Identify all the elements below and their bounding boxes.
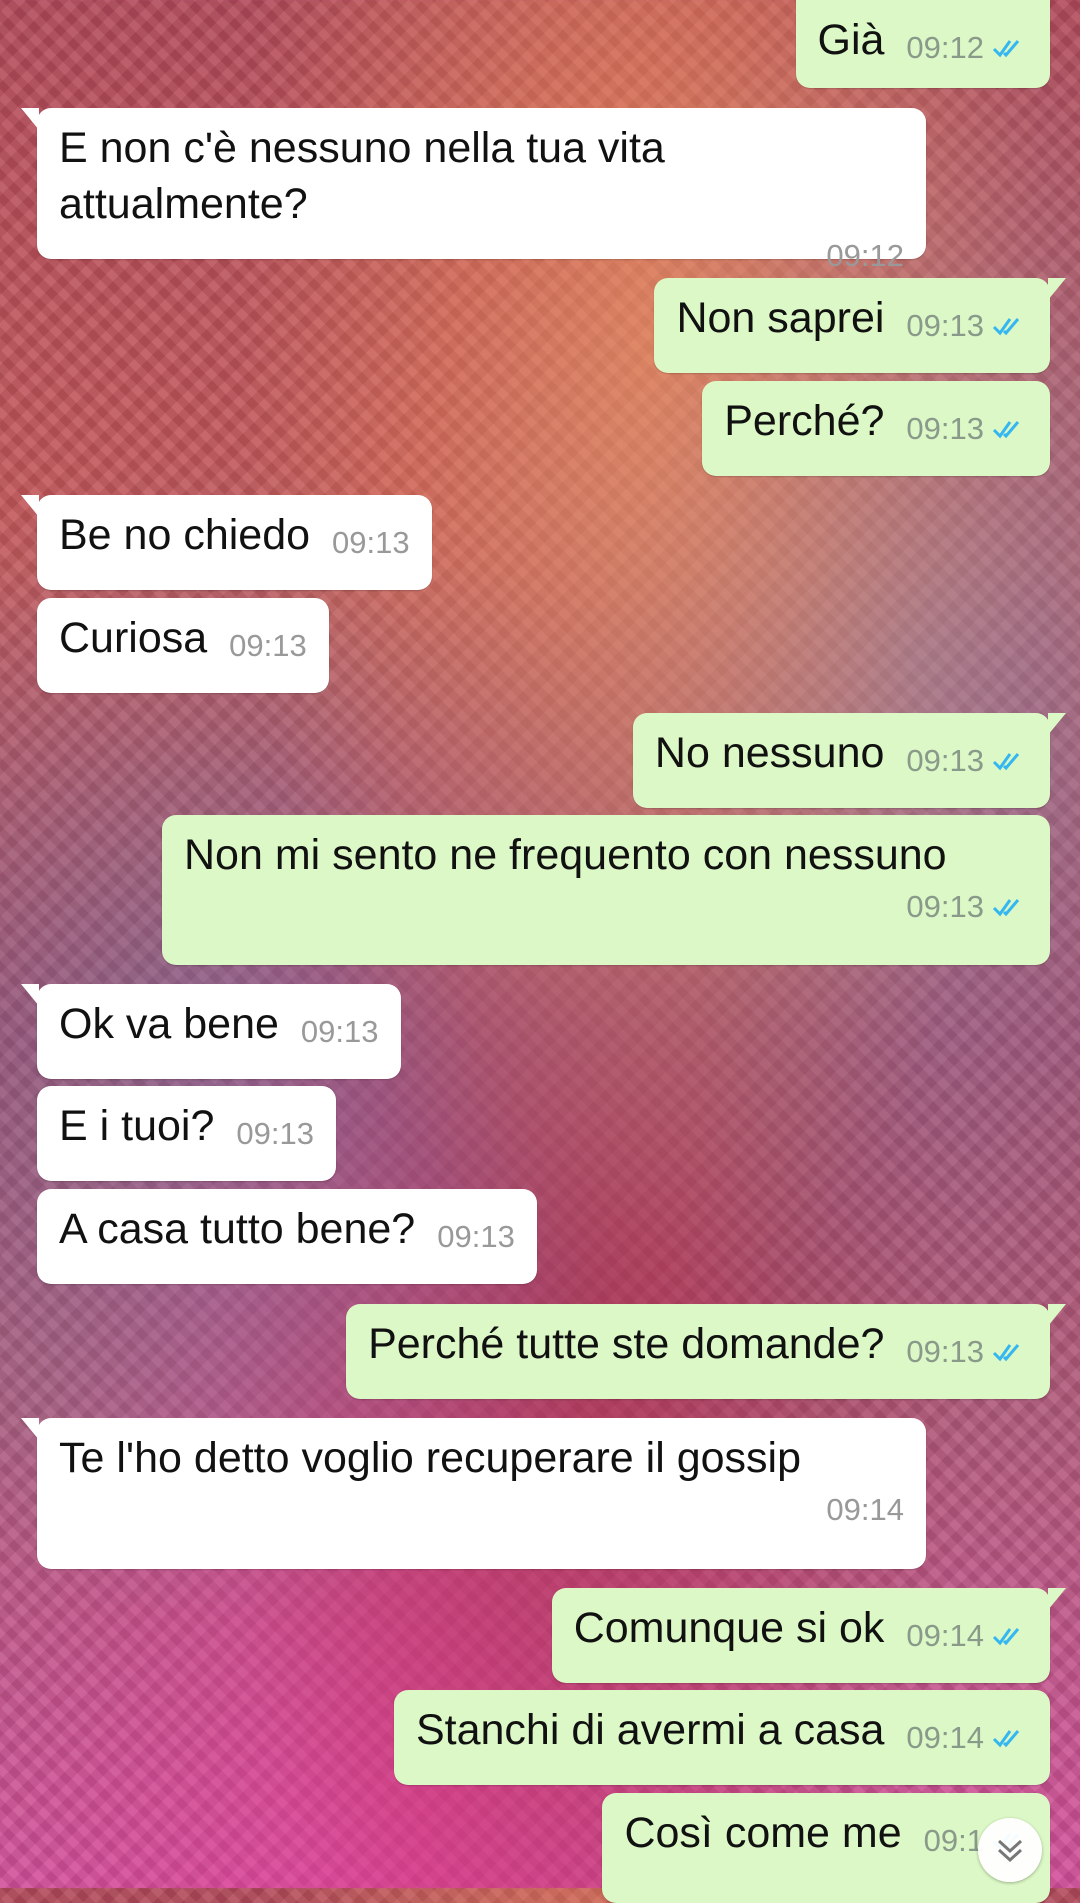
message-text: Comunque si ok <box>573 1604 885 1652</box>
message-outgoing[interactable]: Stanchi di avermi a casa 09:14 <box>393 1690 1050 1785</box>
message-incoming[interactable]: Be no chiedo 09:13 <box>21 495 432 590</box>
message-meta: 09:12 <box>906 28 1028 68</box>
message-time: 09:13 <box>906 743 984 778</box>
message-incoming[interactable]: Ok va bene 09:13 <box>21 984 401 1079</box>
message-time: 09:12 <box>906 30 984 65</box>
message-text: Te l'ho detto voglio recuperare il gossi… <box>59 1434 802 1482</box>
message-outgoing[interactable]: Non mi sento ne frequento con nessuno 09… <box>162 815 1050 965</box>
double-check-icon <box>992 1344 1020 1362</box>
message-meta: 09:13 <box>229 626 307 666</box>
message-text: Ok va bene <box>59 1000 279 1048</box>
message-time: 09:14 <box>906 1720 984 1755</box>
message-meta: 09:14 <box>906 1616 1028 1656</box>
message-outgoing[interactable]: Comunque si ok 09:14 <box>551 1588 1067 1683</box>
message-meta: 09:13 <box>236 1114 314 1154</box>
message-meta: 09:14 <box>81 1490 904 1530</box>
message-time: 09:13 <box>300 1014 379 1049</box>
message-time: 09:13 <box>437 1219 515 1254</box>
double-check-icon <box>992 40 1020 58</box>
message-text: Non mi sento ne frequento con nessuno <box>184 831 947 879</box>
message-incoming[interactable]: A casa tutto bene? 09:13 <box>37 1189 537 1284</box>
message-text: Curiosa <box>59 614 208 662</box>
message-text: Già <box>817 16 885 64</box>
message-time: 09:14 <box>826 1492 904 1527</box>
double-check-icon <box>992 899 1020 917</box>
double-check-icon <box>992 318 1020 336</box>
chevron-double-down-icon <box>997 1839 1023 1863</box>
message-text: E i tuoi? <box>59 1102 215 1150</box>
message-text: Be no chiedo <box>59 511 311 559</box>
message-text: Perché? <box>724 397 885 445</box>
message-outgoing[interactable]: Non saprei 09:13 <box>654 278 1066 373</box>
message-incoming[interactable]: Te l'ho detto voglio recuperare il gossi… <box>21 1418 926 1569</box>
message-time: 09:13 <box>906 1334 984 1369</box>
message-meta: 09:13 <box>906 306 1028 346</box>
message-text: Stanchi di avermi a casa <box>415 1706 885 1754</box>
message-time: 09:13 <box>906 889 984 924</box>
message-outgoing[interactable]: No nessuno 09:13 <box>632 713 1067 808</box>
message-time: 09:1 <box>923 1823 984 1858</box>
message-text: Così come me <box>624 1809 902 1857</box>
message-meta: 09:13 <box>332 523 410 563</box>
message-time: 09:13 <box>236 1116 314 1151</box>
message-meta: 09:13 <box>906 741 1028 781</box>
message-time: 09:12 <box>826 238 904 273</box>
message-meta: 09:12 <box>81 236 904 276</box>
message-time: 09:14 <box>906 1618 984 1653</box>
scroll-to-bottom-button[interactable] <box>978 1818 1042 1882</box>
message-time: 09:13 <box>332 525 410 560</box>
message-outgoing[interactable]: Perché? 09:13 <box>702 381 1050 476</box>
double-check-icon <box>992 1730 1020 1748</box>
message-time: 09:13 <box>906 411 984 446</box>
message-meta: 09:13 <box>301 1012 379 1052</box>
double-check-icon <box>992 1628 1020 1646</box>
double-check-icon <box>992 753 1020 771</box>
message-text: Perché tutte ste domande? <box>368 1320 885 1368</box>
message-meta: 09:13 <box>437 1217 515 1257</box>
message-meta: 09:13 <box>906 409 1028 449</box>
message-text: A casa tutto bene? <box>59 1205 416 1253</box>
message-text: No nessuno <box>654 729 885 777</box>
message-incoming[interactable]: Curiosa 09:13 <box>37 598 329 693</box>
message-time: 09:13 <box>229 628 307 663</box>
message-meta: 09:13 <box>206 887 1028 927</box>
message-text: E non c'è nessuno nella tua vita attualm… <box>59 124 665 228</box>
message-meta: 09:14 <box>906 1718 1028 1758</box>
message-text: Non saprei <box>676 294 885 342</box>
message-incoming[interactable]: E i tuoi? 09:13 <box>37 1086 336 1181</box>
double-check-icon <box>992 421 1020 439</box>
message-meta: 09:13 <box>906 1332 1028 1372</box>
message-time: 09:13 <box>906 308 984 343</box>
message-outgoing[interactable]: Perché tutte ste domande? 09:13 <box>346 1304 1066 1399</box>
message-outgoing[interactable]: Già 09:12 <box>795 0 1050 88</box>
message-incoming[interactable]: E non c'è nessuno nella tua vita attualm… <box>21 108 926 273</box>
